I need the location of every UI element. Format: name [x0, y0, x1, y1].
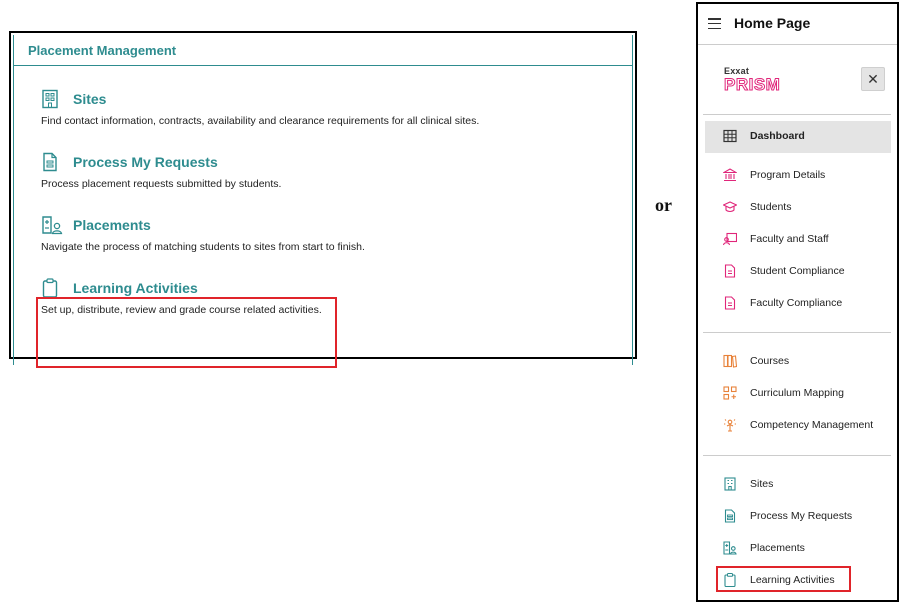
sites-description: Find contact information, contracts, ava… — [41, 115, 480, 127]
sidebar-item-faculty-compliance[interactable]: Faculty Compliance — [723, 295, 893, 313]
sidebar-item-competency-management[interactable]: Competency Management — [723, 417, 893, 435]
building-icon — [724, 477, 736, 491]
sidebar-item-sites[interactable]: Sites — [723, 476, 893, 494]
hamburger-menu-icon[interactable] — [708, 18, 721, 30]
sidebar-item-courses[interactable]: Courses — [723, 353, 893, 371]
sidebar-item-process-my-requests[interactable]: Process My Requests — [723, 508, 893, 526]
sites-link[interactable]: Sites — [73, 89, 106, 109]
learning-activities-highlight — [716, 566, 851, 592]
placement-management-panel: Placement Management Sites Find contact … — [9, 31, 637, 368]
sidebar-item-label: Dashboard — [750, 130, 805, 142]
sidebar-item-curriculum-mapping[interactable]: Curriculum Mapping — [723, 385, 893, 403]
process-my-requests-description: Process placement requests submitted by … — [41, 178, 282, 190]
sidebar-item-label: Curriculum Mapping — [750, 387, 844, 399]
document-icon — [724, 264, 736, 278]
sidebar-item-label: Students — [750, 201, 792, 213]
placements-icon — [723, 541, 737, 555]
sidebar-header: Home Page — [698, 4, 897, 45]
document-icon — [43, 152, 57, 172]
or-separator: or — [655, 195, 672, 215]
sidebar-item-label: Process My Requests — [750, 510, 853, 522]
books-icon — [723, 354, 737, 368]
learning-activities-link[interactable]: Learning Activities — [73, 278, 198, 298]
sidebar-item-label: Student Compliance — [750, 265, 845, 277]
document-icon — [724, 509, 736, 523]
sidebar-panel: Home Page Exxat PRISM ✕ Dashboard Progra… — [696, 2, 899, 602]
grid-icon — [723, 129, 737, 143]
title-divider — [14, 65, 632, 66]
institution-icon — [723, 168, 737, 182]
learning-activities-highlight — [36, 297, 337, 368]
placements-icon — [42, 216, 63, 235]
logo-product: PRISM — [723, 75, 781, 95]
divider — [703, 455, 891, 456]
sidebar-item-placements[interactable]: Placements — [723, 540, 893, 558]
divider — [703, 332, 891, 333]
faculty-icon — [723, 232, 737, 246]
mapping-icon — [723, 386, 737, 400]
sidebar-item-label: Courses — [750, 355, 790, 367]
sidebar-item-label: Competency Management — [750, 419, 874, 431]
divider — [703, 114, 891, 115]
sidebar-item-label: Faculty and Staff — [750, 233, 829, 245]
sidebar-item-program-details[interactable]: Program Details — [723, 167, 893, 185]
sidebar-item-faculty-and-staff[interactable]: Faculty and Staff — [723, 231, 893, 249]
competency-icon — [724, 419, 736, 432]
page-title: Home Page — [734, 15, 811, 31]
sidebar-item-dashboard[interactable]: Dashboard — [723, 128, 893, 146]
placement-management-title: Placement Management — [28, 43, 177, 58]
placements-description: Navigate the process of matching student… — [41, 241, 365, 253]
placements-link[interactable]: Placements — [73, 215, 151, 235]
sidebar-item-label: Program Details — [750, 169, 826, 181]
sidebar-item-student-compliance[interactable]: Student Compliance — [723, 263, 893, 281]
clipboard-icon — [42, 278, 58, 298]
sidebar-item-students[interactable]: Students — [723, 199, 893, 217]
building-icon — [42, 89, 58, 109]
sidebar-item-label: Placements — [750, 542, 805, 554]
close-button[interactable]: ✕ — [861, 67, 885, 91]
sidebar-item-label: Sites — [750, 478, 774, 490]
process-my-requests-link[interactable]: Process My Requests — [73, 152, 218, 172]
sidebar-item-label: Faculty Compliance — [750, 297, 843, 309]
graduation-cap-icon — [723, 201, 737, 213]
document-icon — [724, 296, 736, 310]
